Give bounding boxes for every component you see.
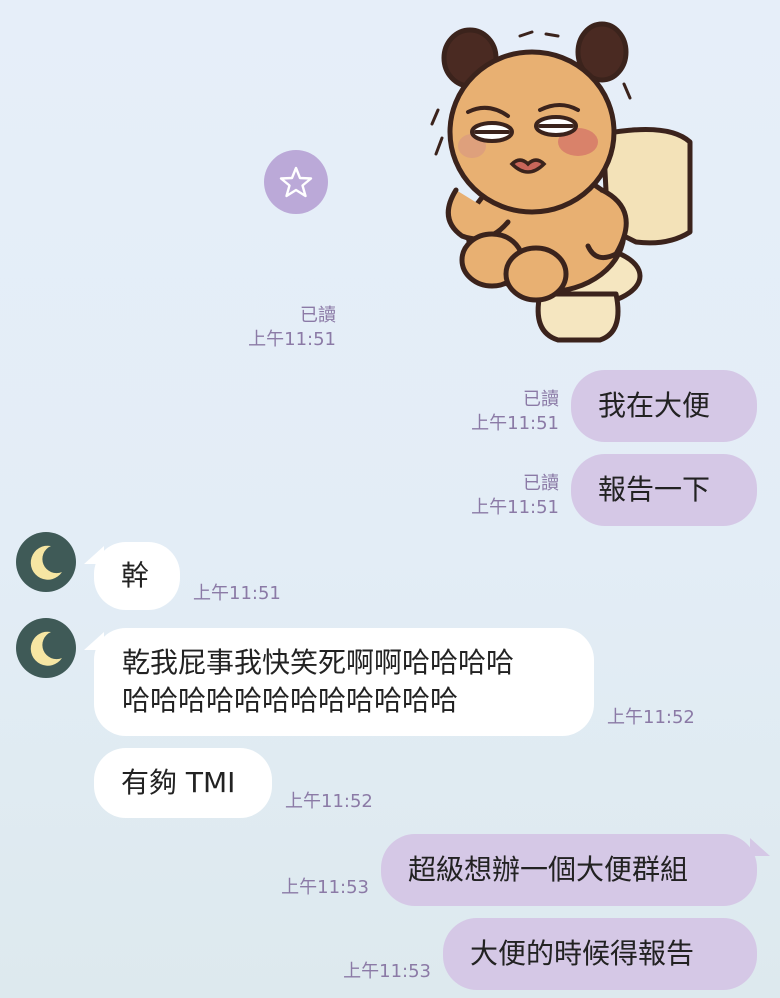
message-text: 大便的時候得報告 xyxy=(470,937,695,970)
incoming-message-bubble[interactable]: 幹 xyxy=(94,542,180,610)
message-text: 我在大便 xyxy=(598,389,711,422)
message-time: 上午11:52 xyxy=(285,791,373,812)
read-receipt: 已讀 xyxy=(523,389,559,410)
message-time: 上午11:53 xyxy=(343,961,431,982)
message-time: 上午11:51 xyxy=(471,497,559,518)
contact-avatar[interactable] xyxy=(16,618,76,678)
message-time: 上午11:53 xyxy=(281,877,369,898)
message-text-line: 哈哈哈哈哈哈哈哈哈哈哈哈 xyxy=(122,684,459,717)
outgoing-message-bubble[interactable]: 超級想辦一個大便群組 xyxy=(381,834,757,906)
outgoing-message-bubble[interactable]: 大便的時候得報告 xyxy=(443,918,757,990)
crescent-moon-icon xyxy=(30,545,62,580)
message-time: 上午11:51 xyxy=(471,413,559,434)
message-text: 報告一下 xyxy=(598,473,711,506)
message-text: 有夠 TMI xyxy=(121,766,236,799)
message-time: 上午11:51 xyxy=(248,329,336,350)
contact-avatar[interactable] xyxy=(16,532,76,592)
outgoing-message-bubble[interactable]: 我在大便 xyxy=(571,370,757,442)
crescent-moon-icon xyxy=(30,631,62,666)
read-receipt: 已讀 xyxy=(523,473,559,494)
star-icon xyxy=(279,166,313,198)
incoming-message-bubble[interactable]: 乾我屁事我快笑死啊啊哈哈哈哈 哈哈哈哈哈哈哈哈哈哈哈哈 xyxy=(94,628,594,736)
incoming-message-bubble[interactable]: 有夠 TMI xyxy=(94,748,272,818)
message-text: 幹 xyxy=(121,559,150,592)
message-text-line: 乾我屁事我快笑死啊啊哈哈哈哈 xyxy=(122,646,515,679)
message-time: 上午11:52 xyxy=(607,707,695,728)
read-receipt: 已讀 xyxy=(300,305,336,326)
outgoing-message-bubble[interactable]: 報告一下 xyxy=(571,454,757,526)
sticker-favorite-button[interactable] xyxy=(264,150,328,214)
message-text: 超級想辦一個大便群組 xyxy=(408,853,689,886)
bear-on-toilet-sticker[interactable] xyxy=(428,14,698,350)
message-time: 上午11:51 xyxy=(193,583,281,604)
